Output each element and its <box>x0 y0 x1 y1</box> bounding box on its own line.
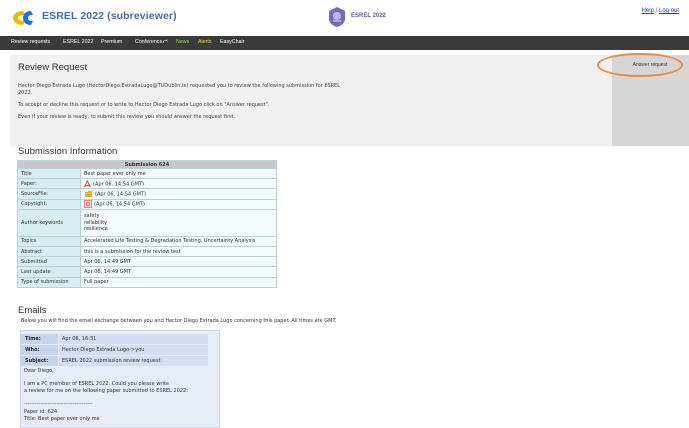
row-label: SourceFile: <box>17 188 81 200</box>
email-who-row: Who: Hector Diego Estrada Lugo->you <box>21 345 208 355</box>
main-nav: Review requests ESREL 2022 Premium Confe… <box>0 36 689 50</box>
help-link[interactable]: Help <box>642 8 654 14</box>
submitted-value: Apr 06, 14:49 GMT <box>80 256 277 268</box>
abstract-value: this is a submission for the review test <box>80 245 277 258</box>
table-row: Copyright: (Apr 06, 14:54 GMT) <box>17 198 277 210</box>
email-time-label: Time: <box>21 334 58 344</box>
nav-easychair[interactable]: EasyChair <box>220 39 244 45</box>
highlight-ellipse <box>597 53 683 77</box>
request-text-line-2: 2022. <box>18 90 33 96</box>
title-value: Best paper ever only me <box>80 167 277 180</box>
email-body-line: I am a PC member of ESREL 2022. Could yo… <box>24 381 169 387</box>
conference-logo-text: ESREL 2022 <box>351 13 386 19</box>
row-label: Paper: <box>17 178 81 190</box>
request-text-line-1: Hector Diego Estrada Lugo (HectorDiego.E… <box>18 83 341 89</box>
nav-premium[interactable]: Premium <box>101 39 122 45</box>
nav-alerts[interactable]: Alerts <box>198 39 212 45</box>
submission-table-title: Submission 624 <box>17 160 277 169</box>
email-body-line: Paper id: 624 <box>24 409 58 415</box>
conference-emblem-icon <box>329 7 345 27</box>
topics-value: Accelerated Life Testing & Degradation T… <box>80 235 277 247</box>
row-label: Author keywords <box>17 208 81 237</box>
email-body-line: a review for me on the following paper s… <box>24 388 188 394</box>
review-request-panel: Review Request Hector Diego Estrada Lugo… <box>10 55 612 146</box>
keyword: resilience <box>84 226 108 232</box>
sourcefile-timestamp: (Apr 06, 14:54 GMT) <box>95 191 146 198</box>
row-label: Type of submission <box>17 276 81 288</box>
row-label: Title <box>17 167 81 180</box>
dropdown-arrow-icon <box>163 39 168 44</box>
nav-esrel-2022[interactable]: ESREL 2022 <box>63 39 93 45</box>
email-time-value: Apr 06, 16:31 <box>59 334 208 344</box>
table-row: Abstract this is a submission for the re… <box>17 245 277 258</box>
table-row: Type of submission Full paper <box>17 276 277 288</box>
easychair-logo-icon[interactable] <box>12 10 34 26</box>
request-text-line-3: To accept or decline this request or to … <box>18 102 270 108</box>
row-label: Submitted <box>17 256 81 268</box>
table-row: Last update Apr 06, 14:49 GMT <box>17 266 277 278</box>
table-row: Topics Accelerated Life Testing & Degrad… <box>17 235 277 247</box>
header: ESREL 2022 (subreviewer) ESREL 2022 Help… <box>0 0 689 34</box>
table-row: Paper: (Apr 06, 14:54 GMT) <box>17 178 277 190</box>
emails-title: Emails <box>18 305 47 316</box>
nav-conference-label: Conference <box>135 39 163 45</box>
review-request-title: Review Request <box>18 62 88 73</box>
conference-logo: ESREL 2022 <box>327 5 427 29</box>
copyright-value: (Apr 06, 14:54 GMT) <box>80 198 277 210</box>
email-body-line: Dear Diego, <box>24 368 54 374</box>
submission-info-title: Submission Information <box>18 146 118 157</box>
request-text-line-4: Even if your review is ready, to submit … <box>18 114 236 120</box>
email-who-value: Hector Diego Estrada Lugo->you <box>59 345 208 355</box>
table-row: Title Best paper ever only me <box>17 167 277 180</box>
paper-value: (Apr 06, 14:54 GMT) <box>80 178 277 190</box>
last-update-value: Apr 06, 14:49 GMT <box>80 266 277 278</box>
email-body-line: -------------------------------------- <box>24 401 93 407</box>
nav-conference[interactable]: Conference <box>135 39 168 45</box>
folder-icon[interactable] <box>84 190 93 198</box>
pdf-icon[interactable] <box>84 180 91 188</box>
submission-type-value: Full paper <box>80 276 277 288</box>
row-label: Topics <box>17 235 81 247</box>
nav-review-requests[interactable]: Review requests <box>11 39 50 45</box>
copyright-file-icon[interactable] <box>84 200 92 208</box>
copyright-timestamp: (Apr 06, 14:54 GMT) <box>94 201 145 208</box>
sourcefile-value: (Apr 06, 14:54 GMT) <box>80 188 277 200</box>
email-message: Time: Apr 06, 16:31 Who: Hector Diego Es… <box>20 330 220 428</box>
row-label: Copyright: <box>17 198 81 210</box>
app-title: ESREL 2022 (subreviewer) <box>42 10 177 22</box>
paper-timestamp: (Apr 06, 14:54 GMT) <box>93 181 144 188</box>
row-label: Abstract <box>17 245 81 258</box>
email-body-line: Title: Best paper ever only me <box>24 416 100 422</box>
email-who-label: Who: <box>21 345 58 355</box>
email-subject-row: Subject: ESREL 2022 submission review re… <box>21 356 208 366</box>
link-separator: / <box>655 8 658 14</box>
email-time-row: Time: Apr 06, 16:31 <box>21 334 208 344</box>
emails-description: Below you will find the email exchange b… <box>21 318 337 324</box>
table-row: Submitted Apr 06, 14:49 GMT <box>17 256 277 268</box>
submission-table: Submission 624 Title Best paper ever onl… <box>17 160 277 288</box>
email-subject-label: Subject: <box>21 356 58 366</box>
nav-news[interactable]: News <box>176 39 189 45</box>
keywords-value: safety reliability resilience <box>80 208 277 237</box>
logout-link[interactable]: Log out <box>659 8 679 14</box>
table-row: Author keywords safety reliability resil… <box>17 208 277 237</box>
email-subject-value: ESREL 2022 submission review request <box>59 356 208 366</box>
top-links: Help / Log out <box>642 8 679 14</box>
row-label: Last update <box>17 266 81 278</box>
table-row: SourceFile: (Apr 06, 14:54 GMT) <box>17 188 277 200</box>
